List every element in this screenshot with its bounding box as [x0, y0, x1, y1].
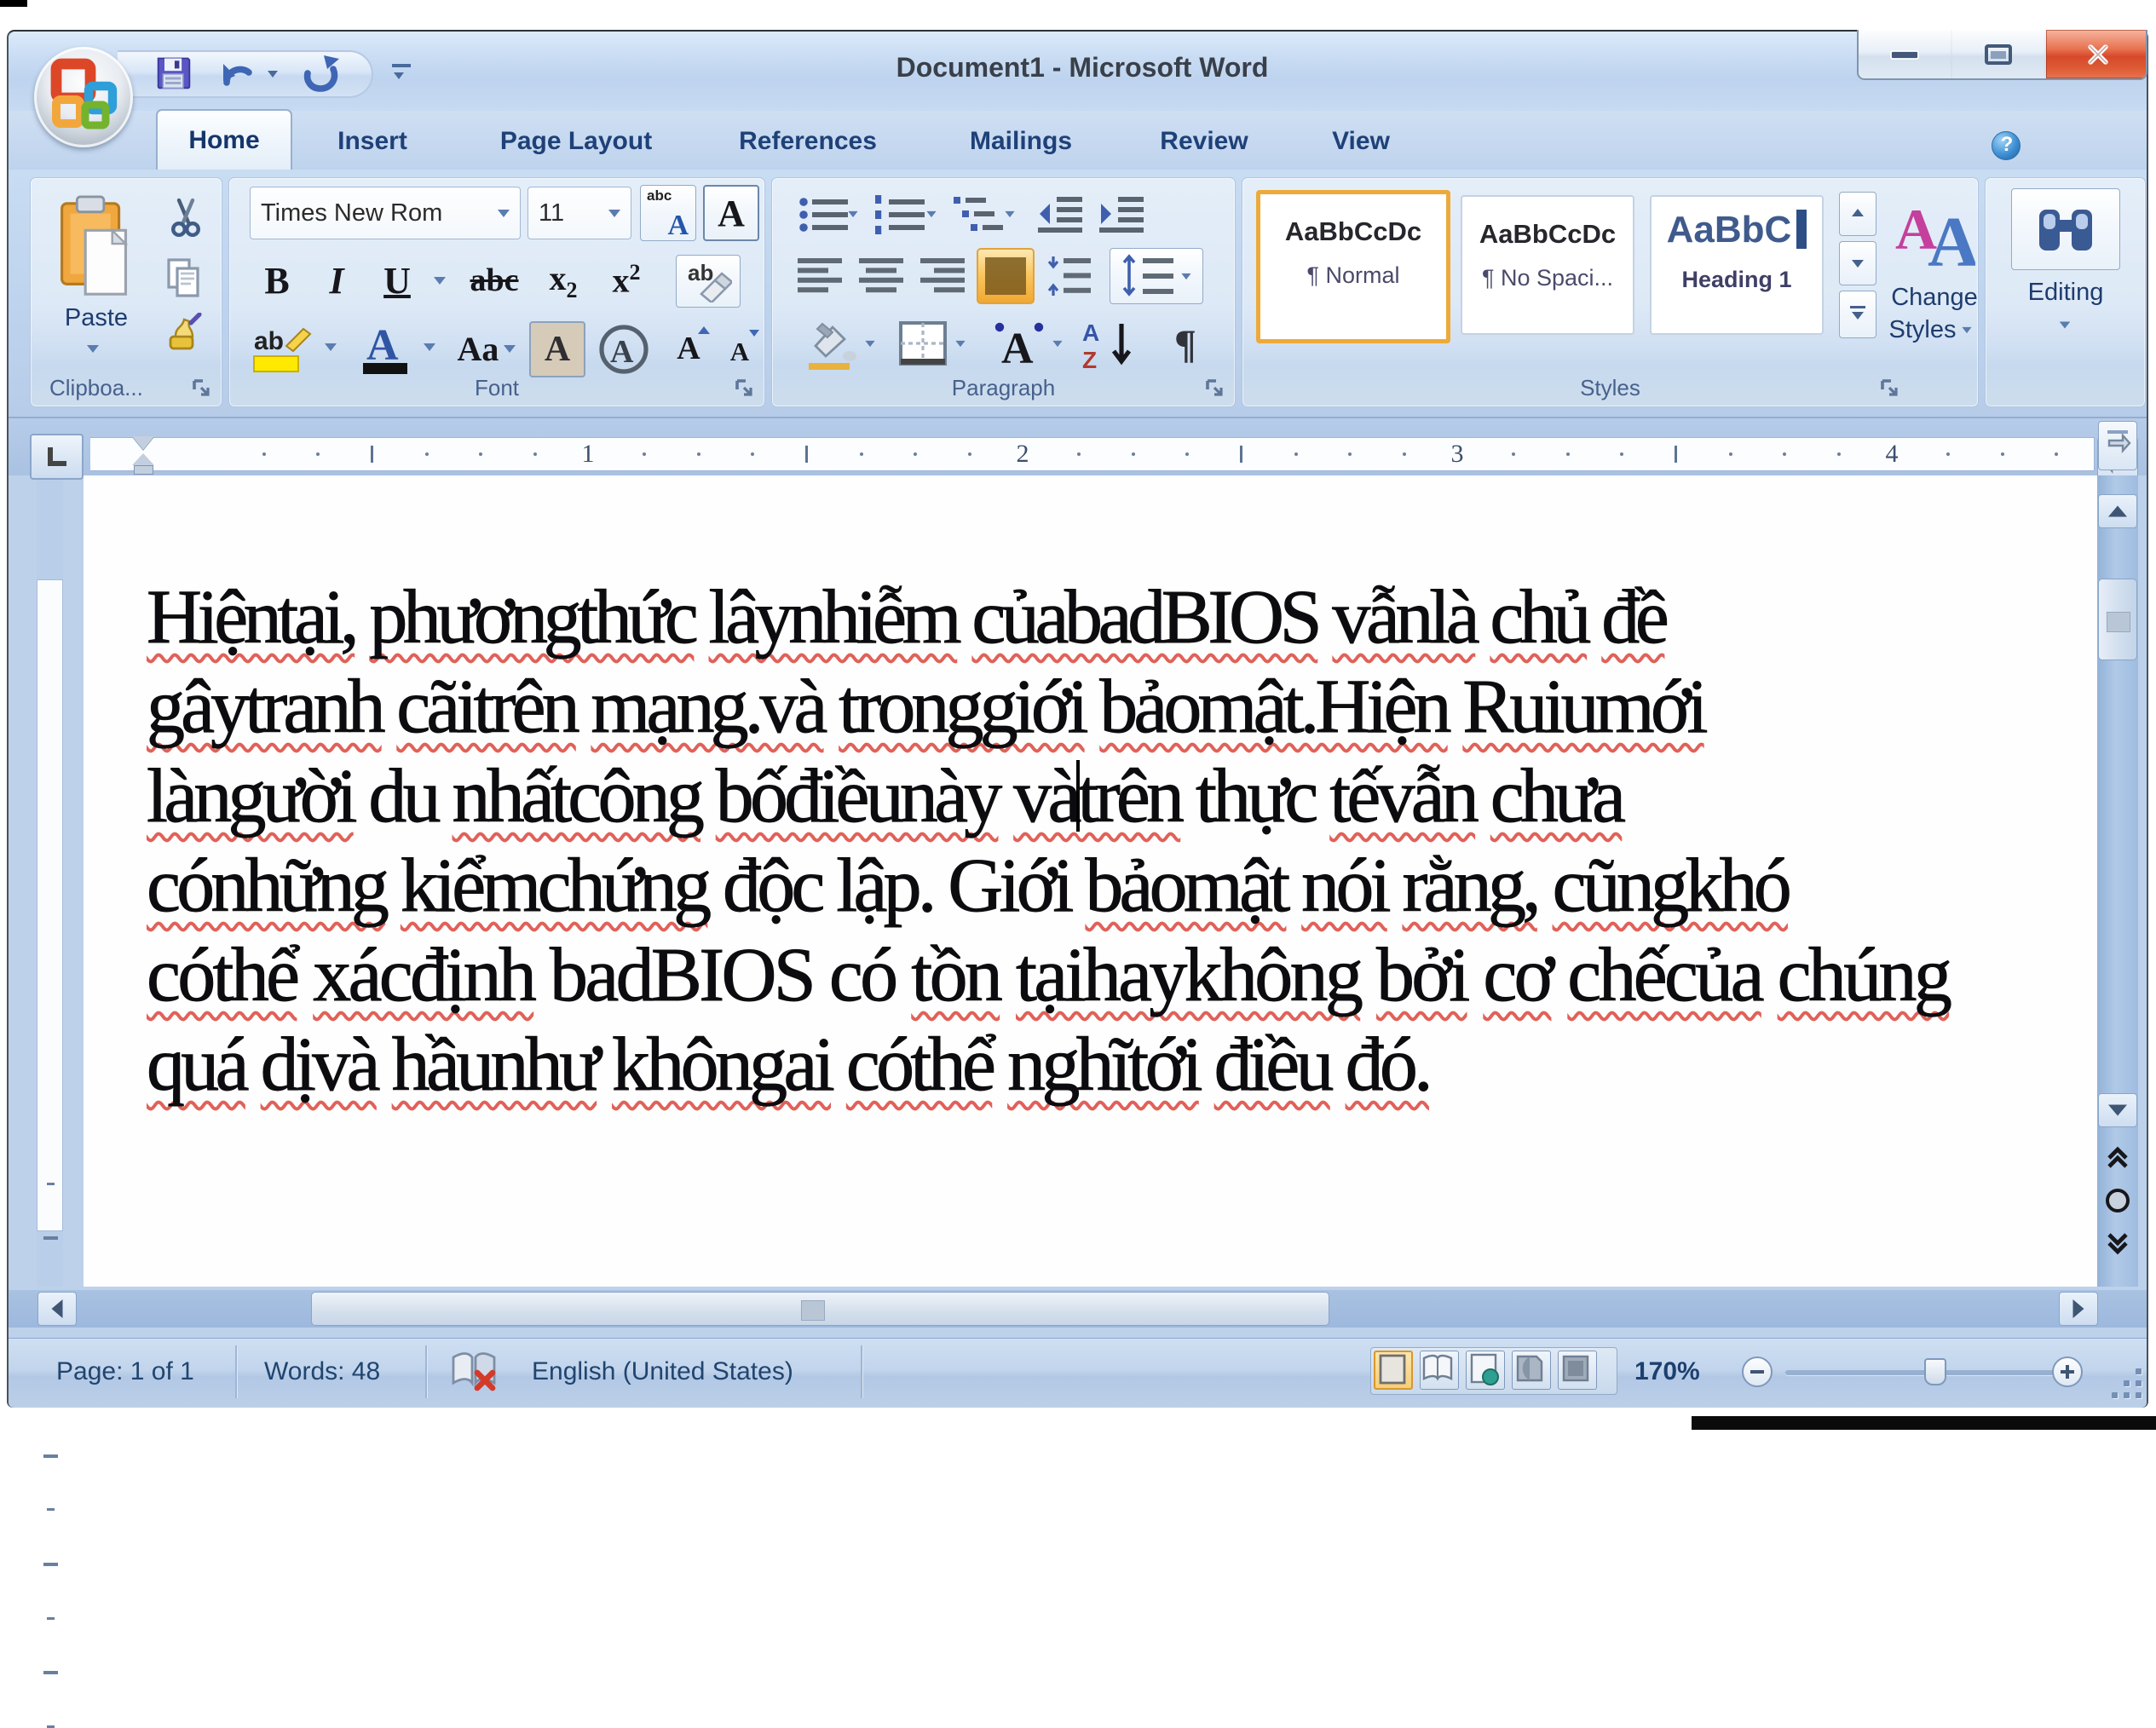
svg-text:A: A [1928, 203, 1975, 276]
svg-text:ab: ab [688, 260, 713, 285]
svg-text:ab: ab [254, 327, 284, 355]
svg-text:Z: Z [1082, 347, 1097, 370]
svg-text:A: A [1082, 320, 1099, 346]
svg-text:A: A [610, 334, 634, 370]
svg-text:A: A [1001, 325, 1034, 370]
svg-text:A: A [366, 322, 399, 370]
